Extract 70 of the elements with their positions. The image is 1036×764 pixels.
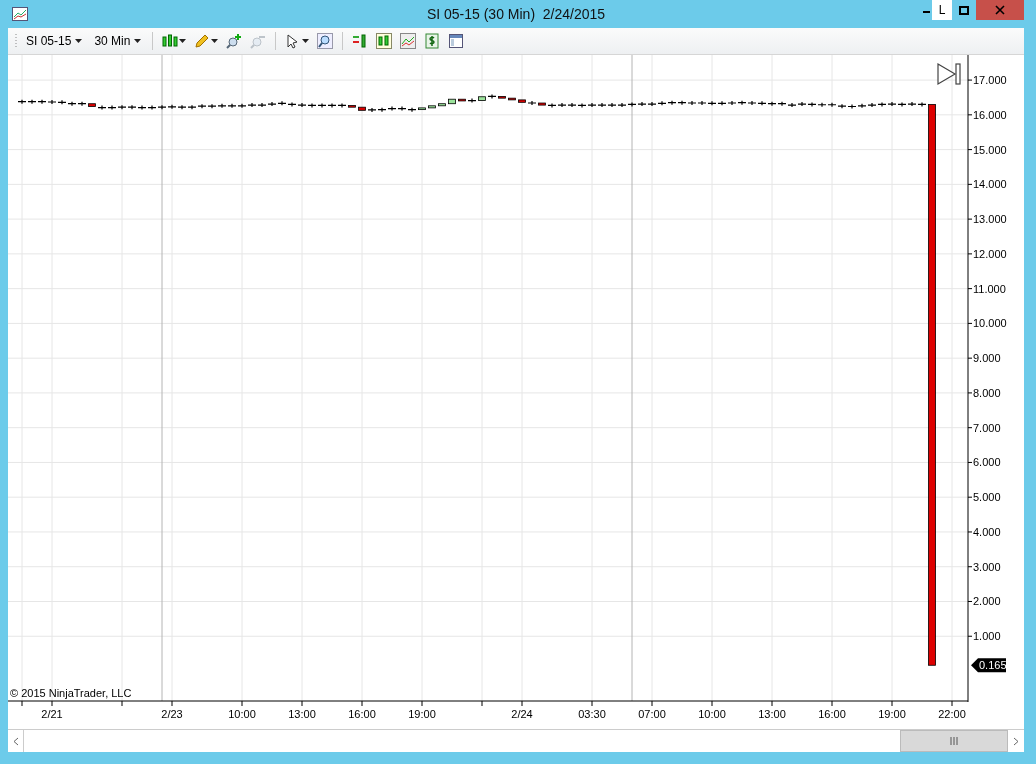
y-axis-label: 10.000 bbox=[973, 317, 1007, 330]
y-axis-label: 9.000 bbox=[973, 352, 1001, 365]
x-axis-label: 16:00 bbox=[818, 708, 846, 720]
y-axis-label: 7.000 bbox=[973, 421, 1001, 434]
y-axis-label: 8.000 bbox=[973, 386, 1001, 399]
candlestick-icon bbox=[162, 33, 179, 49]
x-axis-label: 19:00 bbox=[408, 708, 436, 720]
caret-icon bbox=[179, 39, 187, 43]
line-chart-icon bbox=[400, 33, 417, 49]
pencil-button[interactable] bbox=[192, 33, 221, 49]
x-axis-label: 13:00 bbox=[288, 708, 316, 720]
window-title: SI 05-15 (30 Min) 2/24/2015 bbox=[426, 6, 606, 22]
magnifier-icon bbox=[317, 33, 334, 49]
dollar-icon bbox=[424, 33, 441, 49]
candle bbox=[428, 105, 436, 109]
x-axis-label: 2/24 bbox=[511, 708, 533, 720]
chart-app-icon bbox=[12, 7, 28, 21]
indicator-button[interactable] bbox=[374, 33, 395, 49]
x-axis-label: 19:00 bbox=[878, 708, 906, 720]
y-axis-label: 5.000 bbox=[973, 491, 1001, 504]
caret-icon bbox=[302, 39, 310, 43]
candle bbox=[448, 98, 456, 105]
y-axis-label: 17.000 bbox=[973, 74, 1007, 87]
area-button[interactable] bbox=[398, 33, 419, 49]
maximize-icon bbox=[959, 5, 969, 15]
toolbar-grip-icon[interactable] bbox=[14, 33, 18, 49]
y-axis-label: 6.000 bbox=[973, 456, 1001, 469]
properties-icon bbox=[448, 33, 465, 49]
grip-icon bbox=[950, 737, 958, 745]
y-axis-label: 2.000 bbox=[973, 595, 1001, 608]
indicator-icon bbox=[376, 33, 393, 49]
pencil-icon bbox=[194, 33, 211, 49]
zoom-out-icon bbox=[250, 33, 267, 49]
x-axis-label: 16:00 bbox=[348, 708, 376, 720]
chevron-left-icon bbox=[12, 736, 19, 746]
x-axis-label: 22:00 bbox=[938, 708, 966, 720]
y-axis-label: 16.000 bbox=[973, 108, 1007, 121]
copyright-text: © 2015 NinjaTrader, LLC bbox=[10, 687, 132, 699]
candle bbox=[438, 103, 446, 107]
y-axis-label: 1.000 bbox=[973, 630, 1001, 643]
y-axis-label: 13.000 bbox=[973, 213, 1007, 226]
close-icon bbox=[995, 5, 1005, 15]
zoom-in-icon bbox=[226, 33, 243, 49]
y-axis-label: 4.000 bbox=[973, 525, 1001, 538]
candle bbox=[508, 97, 516, 101]
y-axis-label: 15.000 bbox=[973, 143, 1007, 156]
chevron-right-icon bbox=[1012, 736, 1019, 746]
candles-button[interactable] bbox=[160, 33, 189, 49]
x-axis-label: 2/23 bbox=[161, 708, 183, 720]
y-axis-label: 14.000 bbox=[973, 178, 1007, 191]
x-axis-label: 07:00 bbox=[638, 708, 666, 720]
caret-icon bbox=[75, 39, 83, 43]
scroll-to-end-icon[interactable] bbox=[937, 62, 961, 86]
x-axis-label: 10:00 bbox=[698, 708, 726, 720]
instrument-dropdown[interactable]: SI 05-15 bbox=[22, 34, 87, 48]
x-axis-label: 03:30 bbox=[578, 708, 606, 720]
price-tag: 0.165 bbox=[971, 658, 1007, 673]
scrollbar-thumb[interactable] bbox=[900, 730, 1008, 752]
y-axis-label: 12.000 bbox=[973, 247, 1007, 260]
caret-icon bbox=[134, 39, 142, 43]
caret-icon bbox=[211, 39, 219, 43]
x-axis-label: 2/21 bbox=[41, 708, 63, 720]
strategy-icon bbox=[352, 33, 369, 49]
magnifier-button[interactable] bbox=[315, 33, 336, 49]
x-axis-label: 10:00 bbox=[228, 708, 256, 720]
y-axis-label: 3.000 bbox=[973, 560, 1001, 573]
window-button[interactable]: L bbox=[932, 0, 952, 20]
x-axis-label: 13:00 bbox=[758, 708, 786, 720]
interval-dropdown[interactable]: 30 Min bbox=[90, 34, 146, 48]
y-axis-label: 11.000 bbox=[973, 282, 1006, 295]
